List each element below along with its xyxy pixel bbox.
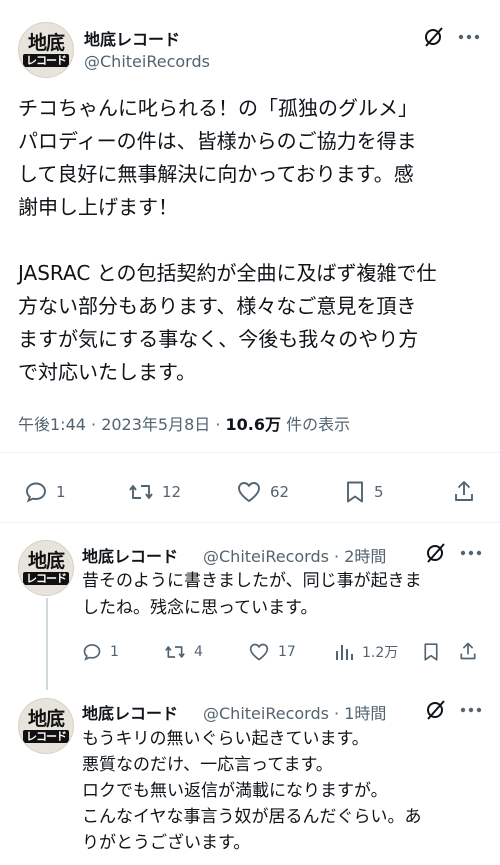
retweet-count: 4 — [194, 644, 203, 660]
bookmark-count: 5 — [374, 483, 384, 501]
share-button[interactable] — [452, 479, 476, 503]
avatar-text-top: 地底 — [27, 549, 65, 572]
reply-text: 昔そのように書きましたが、同じ事が起きま したね。残念に思っています。 — [82, 571, 422, 618]
heart-icon — [249, 643, 269, 661]
tweet-timestamp[interactable]: 午後1:44 · 2023年5月8日 · — [18, 415, 226, 434]
grok-slash-icon[interactable] — [424, 699, 446, 721]
reply-button[interactable]: 1 — [82, 642, 119, 662]
author-name[interactable]: 地底レコード — [84, 26, 180, 50]
reply-count: 1 — [56, 483, 66, 501]
tweet-text: チコちゃんに叱られる！の「孤独のグルメ」 パロディーの件は、皆様からのご協力を得… — [18, 96, 437, 384]
like-button[interactable]: 62 — [236, 480, 289, 504]
thread-connector — [46, 598, 48, 690]
views-count: 1.2万 — [362, 645, 399, 661]
avatar-text-bottom: レコード — [23, 729, 69, 743]
grok-slash-icon[interactable] — [424, 542, 446, 564]
reply-author-handle[interactable]: @ChiteiRecords · 1時間 — [203, 700, 386, 724]
tweet-metadata: 午後1:44 · 2023年5月8日 · 10.6万 件の表示 — [18, 411, 350, 435]
retweet-icon — [129, 485, 153, 499]
retweet-count: 12 — [162, 483, 182, 501]
avatar-text-top: 地底 — [27, 31, 65, 54]
reply-author-name[interactable]: 地底レコード — [82, 700, 178, 724]
author-avatar[interactable]: 地底 レコード — [18, 22, 74, 78]
bookmark-button[interactable] — [422, 642, 440, 662]
like-count: 62 — [270, 483, 290, 501]
author-handle[interactable]: @ChiteiRecords — [84, 52, 210, 71]
divider — [0, 522, 500, 523]
avatar-text-top: 地底 — [27, 707, 65, 730]
divider — [0, 452, 500, 453]
reply-bubble-icon — [83, 644, 101, 661]
more-dots-icon[interactable] — [460, 707, 482, 713]
more-dots-icon[interactable] — [460, 550, 482, 556]
share-button[interactable] — [458, 641, 478, 661]
avatar-text-bottom: レコード — [23, 53, 69, 67]
share-icon — [455, 481, 473, 501]
views-button[interactable]: 1.2万 — [334, 642, 398, 662]
like-button[interactable]: 17 — [248, 642, 296, 662]
reply-avatar[interactable]: 地底 レコード — [18, 540, 74, 596]
reply-text: もうキリの無いぐらい起きています。 悪質なのだけ、一応言ってます。 ロクでも無い… — [82, 729, 422, 853]
views-bars-icon — [336, 645, 353, 660]
reply-bubble-icon — [26, 482, 46, 503]
retweet-button[interactable]: 12 — [128, 480, 181, 504]
bookmark-icon — [347, 481, 363, 503]
reply-author-name[interactable]: 地底レコード — [82, 543, 178, 567]
reply-button[interactable]: 1 — [24, 480, 66, 504]
views-label: 件の表示 — [281, 415, 351, 434]
like-count: 17 — [278, 644, 296, 660]
bookmark-icon — [424, 643, 438, 661]
reply-author-handle[interactable]: @ChiteiRecords · 2時間 — [203, 543, 386, 567]
reply-count: 1 — [110, 644, 119, 660]
share-icon — [460, 642, 476, 660]
retweet-button[interactable]: 4 — [164, 642, 203, 662]
views-count: 10.6万 — [225, 415, 282, 434]
grok-slash-icon[interactable] — [422, 26, 444, 48]
more-dots-icon[interactable] — [458, 34, 480, 40]
avatar-text-bottom: レコード — [23, 571, 69, 585]
heart-icon — [238, 482, 260, 503]
reply-avatar[interactable]: 地底 レコード — [18, 698, 74, 754]
retweet-icon — [165, 646, 185, 658]
bookmark-button[interactable]: 5 — [344, 480, 384, 504]
